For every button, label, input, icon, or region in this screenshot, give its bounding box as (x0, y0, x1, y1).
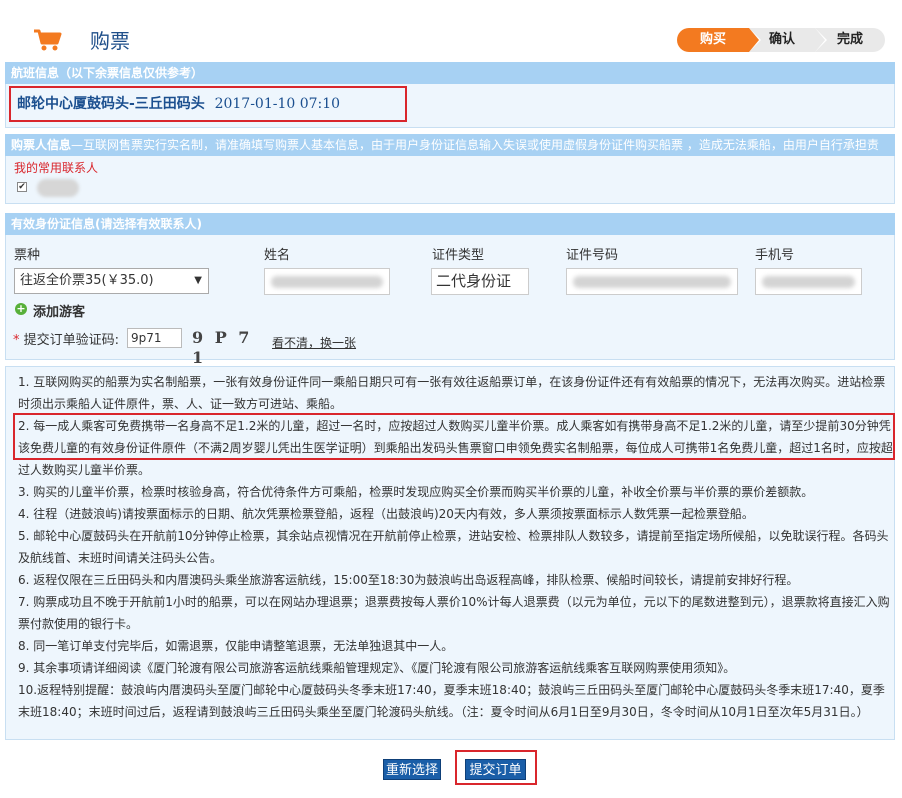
buyer-section-header: 购票人信息—互联网售票实行实名制，请准确填写购票人基本信息，由于用户身份证信息输… (5, 134, 895, 156)
note-8: 8. 同一笔订单支付完毕后，如需退票，仅能申请整笔退票，无法单独退其中一人。 (18, 639, 454, 653)
voyage-route: 邮轮中心厦鼓码头-三丘田码头 2017-01-10 07:10 (9, 86, 407, 122)
step-buy: 购买 (677, 28, 761, 52)
add-passenger-link[interactable]: 添加游客 (33, 301, 85, 320)
note-6: 6. 返程仅限在三丘田码头和内厝澳码头乘坐旅游客运航线，15:00至18:30为… (18, 573, 799, 587)
add-icon[interactable]: + (15, 303, 27, 315)
name-input[interactable] (264, 268, 390, 295)
route-name: 邮轮中心厦鼓码头-三丘田码头 (17, 96, 205, 112)
col-ticket-type: 票种 (14, 248, 41, 263)
note-2-highlight (13, 413, 895, 460)
id-type-field[interactable]: 二代身份证 (431, 268, 529, 295)
col-id-type: 证件类型 (432, 248, 485, 263)
captcha-refresh-link[interactable]: 看不清，换一张 (272, 334, 356, 351)
route-datetime: 2017-01-10 07:10 (214, 96, 341, 112)
voyage-section-header: 航班信息（以下余票信息仅供参考） (5, 62, 895, 84)
submit-order-button[interactable]: 提交订单 (465, 759, 526, 780)
note-5: 5. 邮轮中心厦鼓码头在开航前10分钟停止检票，其余站点视情况在开航前停止检票，… (18, 529, 889, 565)
buyer-panel (5, 156, 895, 204)
col-id-number: 证件号码 (566, 248, 619, 263)
page-title: 购票 (90, 29, 130, 53)
note-4: 4. 往程（进鼓浪屿)请按票面标示的日期、航次凭票检票登船，返程（出鼓浪屿)20… (18, 507, 754, 521)
id-section-header: 有效身份证信息(请选择有效联系人) (5, 213, 895, 235)
note-9: 9. 其余事项请详细阅读《厦门轮渡有限公司旅游客运航线乘船管理规定》、《厦门轮渡… (18, 661, 736, 675)
contact-checkbox[interactable]: ✔ (17, 182, 27, 192)
phone-input[interactable] (755, 268, 862, 295)
reselect-button[interactable]: 重新选择 (383, 759, 441, 780)
contacts-label: 我的常用联系人 (14, 161, 99, 175)
contact-chip[interactable] (37, 179, 79, 197)
caret-down-icon: ▼ (194, 275, 202, 286)
cart-icon (34, 29, 62, 51)
note-3: 3. 购买的儿童半价票，检票时核验身高，符合优待条件方可乘船，检票时发现应购买全… (18, 485, 814, 499)
captcha-input[interactable]: 9p71 (127, 328, 182, 348)
col-name: 姓名 (264, 248, 291, 263)
captcha-image[interactable]: 9 P 7 1 (192, 328, 262, 367)
note-10: 10.返程特别提醒：鼓浪屿内厝澳码头至厦门邮轮中心厦鼓码头冬季末班17:40，夏… (18, 683, 885, 719)
col-phone: 手机号 (755, 248, 795, 263)
id-number-input[interactable] (566, 268, 738, 295)
note-1: 1. 互联网购买的船票为实名制船票，一张有效身份证件同一乘船日期只可有一张有效往… (18, 375, 886, 411)
note-7: 7. 购票成功且不晚于开航前1小时的船票，可以在网站办理退票；退票费按每人票价1… (18, 595, 890, 631)
captcha-label: * 提交订单验证码: (13, 333, 120, 348)
step-indicator: 购买 确认 完成 (677, 28, 885, 52)
ticket-type-select[interactable]: 往返全价票35(￥35.0) ▼ (14, 268, 209, 294)
